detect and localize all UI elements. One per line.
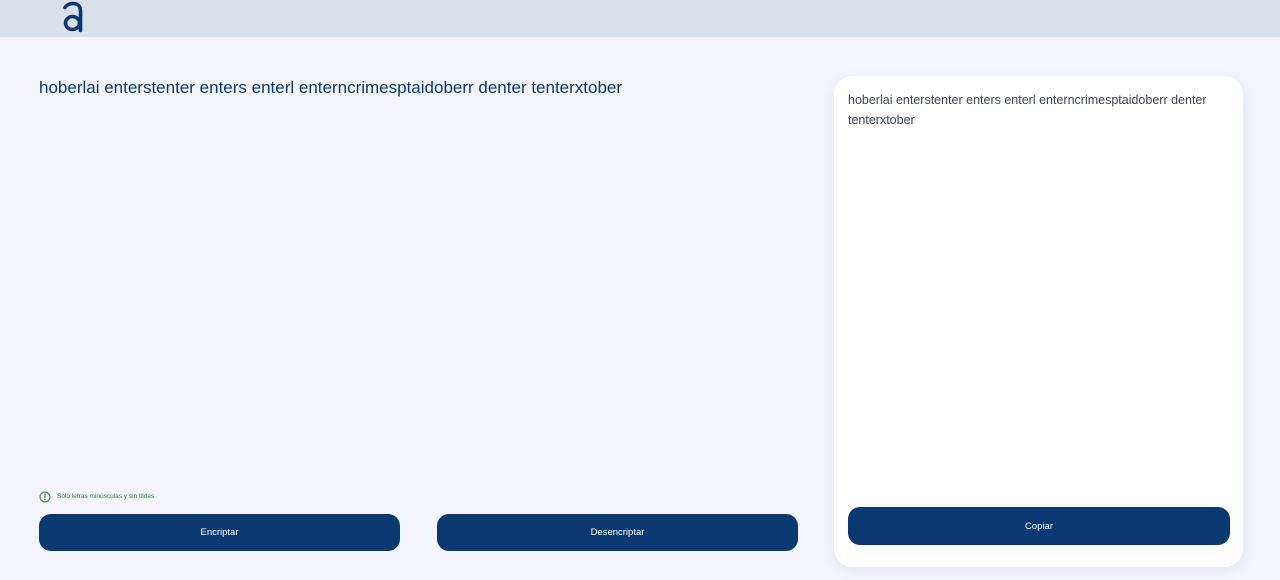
output-text: hoberlai enterstenter enters enterl ente…	[848, 93, 1207, 127]
info-circle-icon	[39, 491, 51, 503]
top-bar	[0, 0, 1280, 37]
message-input[interactable]: hoberlai enterstenter enters enterl ente…	[39, 76, 799, 100]
alura-logo-icon[interactable]	[60, 1, 86, 33]
decrypt-button[interactable]: Desencriptar	[437, 514, 798, 551]
output-panel: hoberlai enterstenter enters enterl ente…	[834, 76, 1243, 567]
encrypt-button[interactable]: Encriptar	[39, 514, 400, 551]
hint-text: Solo letras minúsculas y sin tildes	[57, 493, 155, 500]
copy-button[interactable]: Copiar	[848, 507, 1230, 545]
input-hint: Solo letras minúsculas y sin tildes	[39, 491, 154, 503]
